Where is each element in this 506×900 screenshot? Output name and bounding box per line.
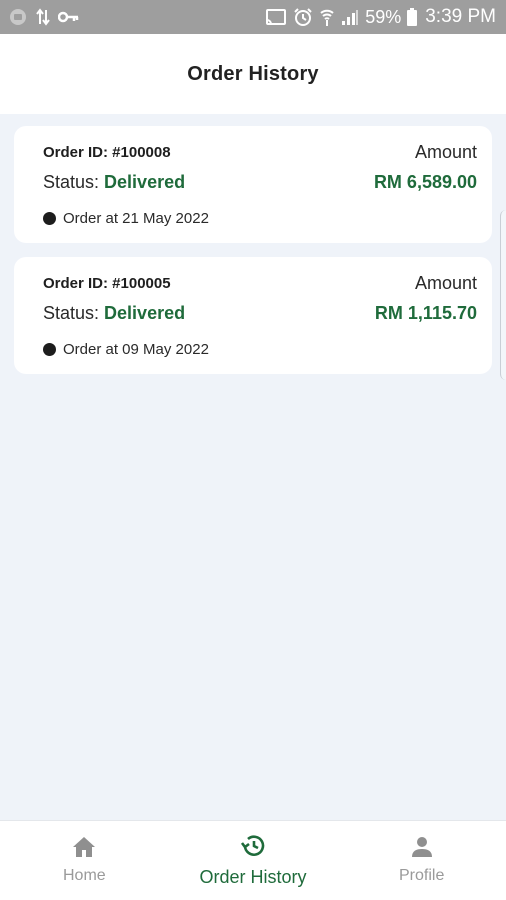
order-list: Order ID: #100008 Amount Status: Deliver…: [0, 114, 506, 820]
person-icon: [411, 836, 433, 863]
status-bar-right: 59% 3:39 PM: [265, 6, 496, 28]
cast-icon: [265, 8, 287, 26]
amount-value: RM 1,115.70: [374, 303, 477, 323]
signal-icon: [341, 8, 359, 26]
status-line: Status: Delivered: [43, 303, 185, 324]
status-label: Status:: [43, 172, 100, 192]
key-icon: [58, 10, 80, 24]
status-label: Status:: [43, 303, 100, 323]
order-date-row: Order at 09 May 2022: [43, 341, 209, 358]
nav-item-home[interactable]: Home: [0, 821, 169, 900]
nav-item-order-history[interactable]: Order History: [169, 821, 338, 900]
status-bar: 59% 3:39 PM: [0, 0, 506, 34]
wifi-icon: [319, 7, 335, 27]
order-date: Order at 09 May 2022: [63, 341, 209, 358]
status-value: Delivered: [104, 303, 186, 323]
nav-label-home: Home: [62, 867, 106, 884]
nav-label-profile: Profile: [399, 867, 445, 884]
order-card[interactable]: Order ID: #100005 Amount Status: Deliver…: [14, 257, 492, 374]
nav-item-profile[interactable]: Profile: [337, 821, 506, 900]
order-date-row: Order at 21 May 2022: [43, 210, 209, 227]
alarm-icon: [293, 7, 313, 27]
sim-icon: [8, 7, 28, 27]
nav-label-order-history: Order History: [199, 866, 307, 887]
status-line: Status: Delivered: [43, 172, 185, 193]
status-bar-left: [8, 7, 80, 27]
bullet-dot-icon: [43, 343, 56, 356]
bottom-nav: Home Order History Profile: [0, 820, 506, 900]
status-value: Delivered: [104, 172, 186, 192]
battery-icon: [407, 8, 418, 26]
scrollbar[interactable]: [500, 210, 506, 380]
history-icon: [240, 834, 266, 863]
amount-label: Amount: [414, 273, 477, 293]
order-id: Order ID: #100005: [43, 275, 171, 292]
battery-percent: 59%: [365, 6, 402, 27]
app-header: Order History: [0, 34, 506, 114]
home-icon: [72, 836, 96, 863]
order-card[interactable]: Order ID: #100008 Amount Status: Deliver…: [14, 126, 492, 243]
page-title: Order History: [187, 62, 319, 85]
order-date: Order at 21 May 2022: [63, 210, 209, 227]
order-id: Order ID: #100008: [43, 144, 171, 161]
amount-label: Amount: [414, 142, 477, 162]
clock-time: 3:39 PM: [425, 6, 496, 27]
bullet-dot-icon: [43, 212, 56, 225]
data-arrows-icon: [36, 7, 50, 27]
amount-value: RM 6,589.00: [373, 172, 477, 192]
